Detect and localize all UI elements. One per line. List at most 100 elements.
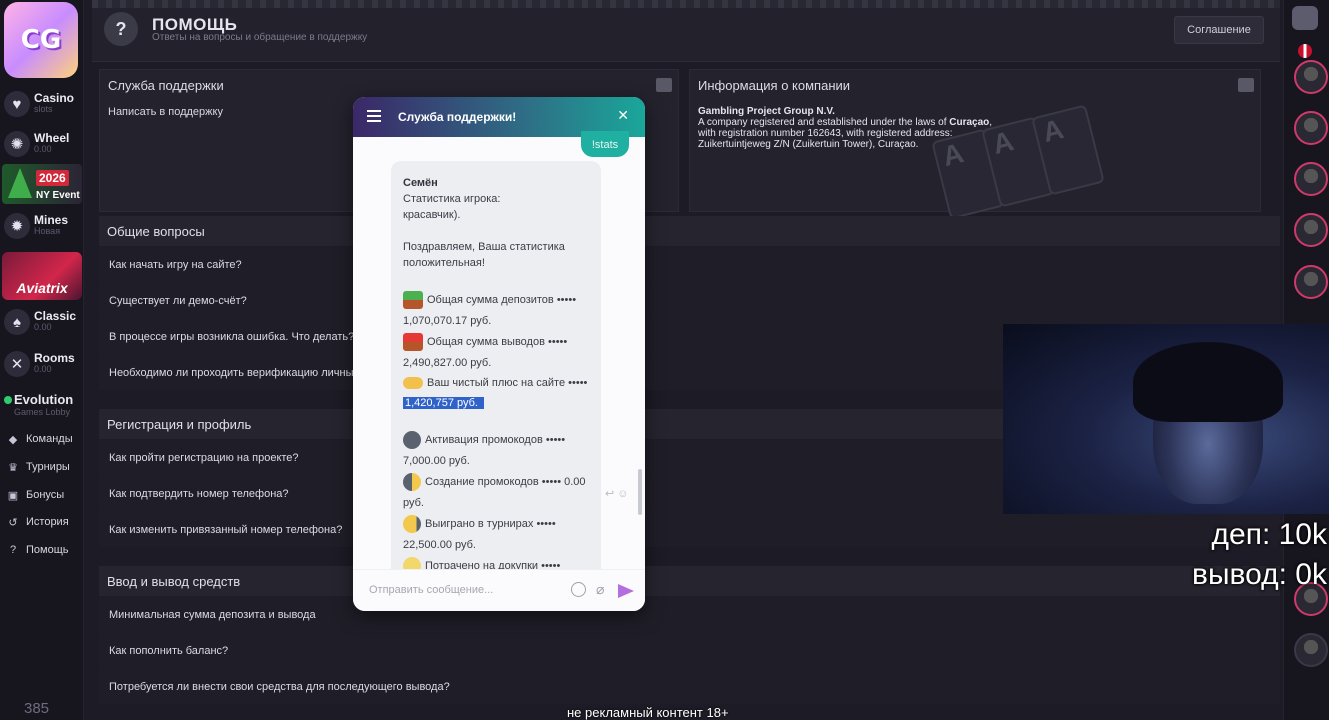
promo-activation-value: 7,000.00 руб. [403, 455, 470, 467]
history-icon: ↺ [8, 516, 18, 529]
aviatrix-banner[interactable]: Aviatrix [2, 252, 82, 300]
nav-wheel-label: Wheel [34, 131, 70, 145]
nav-casino-label: Casino [34, 91, 75, 105]
building-icon [656, 78, 672, 92]
attach-icon[interactable]: ⌀ [596, 581, 604, 598]
company-line3: Zuikertuintjeweg Z/N (Zuikertuin Tower),… [698, 139, 919, 150]
promo-creation-value: руб. [403, 497, 424, 509]
menu-icon[interactable] [367, 110, 381, 122]
agreement-button[interactable]: Соглашение [1174, 16, 1264, 44]
ny-event-year: 2026 [36, 170, 69, 186]
avatar[interactable] [1294, 633, 1328, 667]
ny-event-label: NY Event [36, 190, 80, 201]
nav-casino[interactable]: ♥ Casino slots [4, 84, 80, 124]
company-name: Gambling Project Group N.V. [698, 106, 835, 117]
nav-mines[interactable]: ✹ Mines Новая [4, 206, 80, 246]
send-icon[interactable] [618, 584, 634, 598]
nav-casino-sub: slots [34, 104, 53, 114]
gibbous-moon-icon [403, 515, 421, 533]
net-label: Ваш чистый плюс на сайте ••••• [427, 377, 588, 389]
menu-teams-label: Команды [26, 433, 73, 445]
faq-item[interactable]: Как пополнить баланс? [99, 632, 1280, 668]
left-sidebar: CG ♥ Casino slots ✺ Wheel 0.00 2026 NY Eve… [0, 0, 84, 720]
tournaments-label: Выиграно в турнирах ••••• [425, 518, 556, 530]
chat-scrollbar[interactable] [638, 469, 642, 515]
webcam-overlay [1003, 324, 1329, 514]
avatar[interactable] [1294, 213, 1328, 247]
company-line2: with registration number 162643, with re… [698, 128, 953, 139]
avatar[interactable] [1294, 162, 1328, 196]
faq-item[interactable]: Потребуется ли внести свои средства для … [99, 668, 1280, 704]
question-icon: ? [104, 12, 138, 46]
faq-item[interactable]: Как изменить привязанный номер телефона? [99, 511, 1280, 547]
write-support-link[interactable]: Написать в поддержку [108, 106, 223, 118]
classic-icon: ♠ [4, 309, 30, 335]
evolution-dot-icon [4, 396, 12, 404]
congrats-line-2: положительная! [403, 257, 485, 269]
withdrawals-label: Общая сумма выводов ••••• [427, 336, 568, 348]
menu-history-label: История [26, 516, 69, 528]
menu-bonuses-label: Бонусы [26, 489, 65, 501]
menu-tournaments-label: Турниры [26, 461, 70, 473]
menu-history[interactable]: ↺ История [6, 512, 69, 532]
menu-bonuses[interactable]: ▣ Бонусы [6, 485, 64, 505]
trophy-icon: ♛ [8, 461, 18, 474]
company-panel-title: Информация о компании [698, 77, 851, 93]
menu-teams[interactable]: ◆ Команды [6, 429, 73, 449]
logo-text: CG [20, 25, 62, 55]
faq-item[interactable]: Как начать игру на сайте? [99, 246, 1280, 282]
faq-item[interactable]: Существует ли демо-счёт? [99, 282, 1280, 318]
user-message-bubble: !stats [581, 131, 629, 157]
avatar[interactable] [1294, 60, 1328, 94]
streamer-hair [1133, 342, 1283, 422]
avatar[interactable] [1294, 111, 1328, 145]
chat-input-bar: Отправить сообщение... ⌀ [353, 569, 645, 611]
company-line1: A company registered and established und… [698, 117, 950, 128]
nav-mines-sub: Новая [34, 226, 61, 236]
close-icon[interactable]: ✕ [617, 107, 629, 124]
nav-wheel[interactable]: ✺ Wheel 0.00 [4, 124, 80, 164]
withdraw-overlay-text: вывод: 0k [1192, 558, 1327, 591]
menu-tournaments[interactable]: ♛ Турниры [6, 457, 70, 477]
disclaimer-caption: не рекламный контент 18+ [567, 705, 729, 720]
promo-creation-label: Создание промокодов ••••• 0.00 [425, 476, 586, 488]
outbox-tray-icon [403, 333, 423, 351]
online-count: 385 [24, 700, 50, 717]
nav-evolution[interactable]: Evolution Games Lobby [2, 392, 82, 422]
emoji-icon[interactable] [571, 582, 586, 597]
player-nick: красавчик). [403, 209, 461, 221]
reply-icon[interactable]: ↩ ☺ [605, 487, 629, 500]
section-payments: Ввод и вывод средств Минимальная сумма д… [99, 566, 1280, 704]
net-value-selected: 1,420,757 руб. [403, 397, 484, 409]
new-moon-icon [403, 431, 421, 449]
nav-rooms[interactable]: ✕ Rooms 0.00 [4, 344, 80, 384]
coins-icon[interactable] [1292, 6, 1318, 30]
support-panel-title: Служба поддержки [108, 77, 224, 93]
faq-item[interactable]: Минимальная сумма депозита и вывода [99, 596, 1280, 632]
deposits-label: Общая сумма депозитов ••••• [427, 294, 577, 306]
menu-help[interactable]: ? Помощь [6, 540, 69, 560]
rooms-icon: ✕ [4, 351, 30, 377]
half-moon-icon [403, 473, 421, 491]
avatar[interactable] [1294, 265, 1328, 299]
section-payments-title[interactable]: Ввод и вывод средств [99, 566, 1280, 596]
nav-rooms-label: Rooms [34, 351, 75, 365]
teams-icon: ◆ [8, 433, 18, 446]
inbox-tray-icon [403, 291, 423, 309]
deposits-value: 1,070,070.17 руб. [403, 315, 492, 327]
playing-cards-decoration: A A A [931, 104, 1130, 220]
aviatrix-label: Aviatrix [16, 280, 68, 296]
uk-flag-icon[interactable] [1298, 44, 1312, 58]
casino-icon: ♥ [4, 91, 30, 117]
nav-classic-label: Classic [34, 309, 77, 323]
chat-messages[interactable]: !stats Семён Статистика игрока: красавчи… [353, 131, 645, 581]
nav-classic[interactable]: ♠ Classic 0.00 [4, 302, 80, 342]
section-general-title[interactable]: Общие вопросы [99, 216, 1280, 246]
nav-classic-sub: 0.00 [34, 322, 52, 332]
gift-icon: ▣ [7, 489, 19, 502]
ny-event-banner[interactable]: 2026 NY Event [2, 164, 82, 204]
nav-mines-label: Mines [34, 213, 69, 227]
message-input[interactable]: Отправить сообщение... [369, 584, 493, 596]
agent-message-bubble: Семён Статистика игрока: красавчик). Поз… [391, 161, 601, 581]
site-logo[interactable]: CG [4, 2, 78, 78]
